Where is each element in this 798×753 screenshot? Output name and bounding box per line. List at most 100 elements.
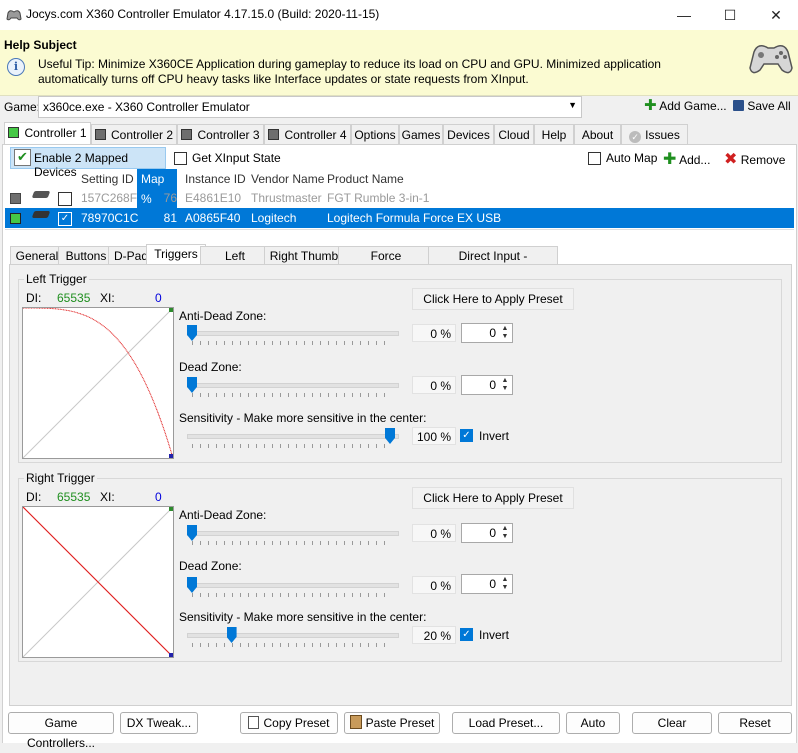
close-button[interactable]: ✕ (753, 0, 798, 30)
minimize-button[interactable]: — (661, 0, 707, 30)
right-anti-dead-percent: 0 % (412, 524, 456, 542)
auto-map-checkbox[interactable] (588, 152, 601, 165)
right-sensitivity-percent: 20 % (412, 626, 456, 644)
device-enable-checkbox[interactable]: ✓ (58, 212, 72, 226)
add-device-label: Add... (679, 153, 711, 167)
arrow-up-icon[interactable]: ▲ (499, 325, 511, 333)
game-label: Game: (4, 100, 41, 114)
help-tip: Useful Tip: Minimize X360CE Application … (38, 57, 661, 86)
subtab-general[interactable]: General (10, 246, 64, 265)
tab-label: Controller 2 (110, 128, 174, 142)
spinner-value: 0 (489, 378, 496, 392)
left-sensitivity-slider[interactable] (187, 434, 399, 439)
get-xinput-checkbox[interactable] (174, 152, 187, 165)
anti-dead-zone-label: Anti-Dead Zone: (179, 508, 267, 522)
device-enable-checkbox[interactable] (58, 192, 72, 206)
add-device-button[interactable]: ✚ Add... (663, 149, 710, 169)
table-row[interactable]: ✓ 78970C1C 81 A0865F40 Logitech Logitech… (5, 208, 794, 228)
invert-label: Invert (479, 429, 510, 443)
add-game-label: Add Game... (659, 99, 727, 113)
info-icon: i (7, 58, 25, 76)
col-product-name: Product Name (327, 172, 404, 186)
graph-marker (169, 308, 173, 312)
chevron-down-icon: ▼ (568, 100, 577, 110)
subtab-right-thumb[interactable]: Right Thumb (264, 246, 344, 265)
divider (5, 229, 794, 230)
save-all-button[interactable]: Save All (733, 99, 791, 113)
left-invert-checkbox[interactable]: ✓ (460, 429, 473, 442)
reset-button[interactable]: Reset (718, 712, 792, 734)
game-controllers-button[interactable]: Game Controllers... (8, 712, 114, 750)
tab-games[interactable]: Games (399, 124, 443, 145)
slider-ticks (192, 541, 392, 545)
slider-ticks (192, 593, 392, 597)
copy-preset-button[interactable]: Copy Preset (240, 712, 338, 734)
left-dead-slider[interactable] (187, 383, 399, 388)
tab-about[interactable]: About (574, 124, 621, 145)
remove-device-button[interactable]: ✖ Remove (724, 149, 785, 169)
subtab-force-feedback[interactable]: Force Feedback (338, 246, 434, 281)
right-dead-spinner[interactable]: 0 ▲ ▼ (461, 574, 513, 594)
left-apply-preset-button[interactable]: Click Here to Apply Preset (412, 288, 574, 310)
tab-controller-4[interactable]: Controller 4 (264, 124, 351, 145)
graph-marker (169, 653, 173, 657)
device-list-header: Setting ID Map % Instance ID Vendor Name… (5, 169, 794, 209)
load-preset-button[interactable]: Load Preset... (452, 712, 560, 734)
tab-options[interactable]: Options (351, 124, 399, 145)
arrow-down-icon[interactable]: ▼ (499, 333, 511, 341)
auto-map-label: Auto Map (606, 151, 658, 165)
subtab-direct-input[interactable]: Direct Input - A0865F40 (428, 246, 558, 281)
cell-product: FGT Rumble 3-in-1 (327, 191, 430, 205)
spinner-value: 0 (489, 577, 496, 591)
cell-vendor: Thrustmaster (251, 191, 322, 205)
arrow-up-icon[interactable]: ▲ (499, 576, 511, 584)
right-apply-preset-button[interactable]: Click Here to Apply Preset (412, 487, 574, 509)
col-vendor-name: Vendor Name (251, 172, 325, 186)
add-game-button[interactable]: ✚ Add Game... (644, 98, 727, 113)
subtab-triggers[interactable]: Triggers (146, 244, 206, 265)
sensitivity-label: Sensitivity - Make more sensitive in the… (179, 411, 427, 425)
dx-tweak-button[interactable]: DX Tweak... (120, 712, 198, 734)
auto-button[interactable]: Auto (566, 712, 620, 734)
arrow-down-icon[interactable]: ▼ (499, 533, 511, 541)
tab-devices[interactable]: Devices (443, 124, 494, 145)
arrow-down-icon[interactable]: ▼ (499, 385, 511, 393)
tab-issues[interactable]: ✓ Issues (621, 124, 688, 145)
right-invert-checkbox[interactable]: ✓ (460, 628, 473, 641)
left-dead-spinner[interactable]: 0 ▲ ▼ (461, 375, 513, 395)
arrow-down-icon[interactable]: ▼ (499, 584, 511, 592)
arrow-up-icon[interactable]: ▲ (499, 377, 511, 385)
paste-icon (349, 715, 362, 729)
right-sensitivity-slider[interactable] (187, 633, 399, 638)
cell-instance-id: A0865F40 (185, 211, 241, 225)
tab-controller-2[interactable]: Controller 2 (91, 124, 177, 145)
right-anti-dead-spinner[interactable]: 0 ▲ ▼ (461, 523, 513, 543)
enable-mapped-devices-toggle[interactable]: ✔ Enable 2 Mapped Devices (10, 147, 166, 179)
tab-cloud[interactable]: Cloud (494, 124, 534, 145)
left-sensitivity-percent: 100 % (412, 427, 456, 445)
paste-preset-button[interactable]: Paste Preset (344, 712, 440, 734)
right-trigger-title: Right Trigger (24, 471, 97, 485)
game-select[interactable]: x360ce.exe - X360 Controller Emulator ▼ (38, 96, 582, 118)
left-anti-dead-spinner[interactable]: 0 ▲ ▼ (461, 323, 513, 343)
subtab-buttons[interactable]: Buttons (58, 246, 114, 265)
dead-zone-label: Dead Zone: (179, 559, 242, 573)
tab-controller-3[interactable]: Controller 3 (177, 124, 264, 145)
maximize-button[interactable]: ☐ (707, 0, 753, 30)
tab-help[interactable]: Help (534, 124, 574, 145)
subtab-left-thumb[interactable]: Left Thumb (200, 246, 270, 281)
arrow-up-icon[interactable]: ▲ (499, 525, 511, 533)
tab-label: Controller 3 (197, 128, 260, 142)
spinner-value: 0 (489, 326, 496, 340)
right-dead-slider[interactable] (187, 583, 399, 588)
remove-device-label: Remove (740, 153, 786, 167)
tab-controller-1[interactable]: Controller 1 (4, 122, 91, 145)
table-row[interactable]: 157C268F 76 E4861E10 Thrustmaster FGT Ru… (5, 188, 794, 208)
clear-button[interactable]: Clear (632, 712, 712, 734)
window-title: Jocys.com X360 Controller Emulator 4.17.… (26, 7, 380, 21)
wheel-device-icon (31, 191, 51, 198)
left-anti-dead-slider[interactable] (187, 331, 399, 336)
slider-ticks (192, 643, 392, 647)
game-select-value: x360ce.exe - X360 Controller Emulator (43, 100, 250, 114)
right-anti-dead-slider[interactable] (187, 531, 399, 536)
